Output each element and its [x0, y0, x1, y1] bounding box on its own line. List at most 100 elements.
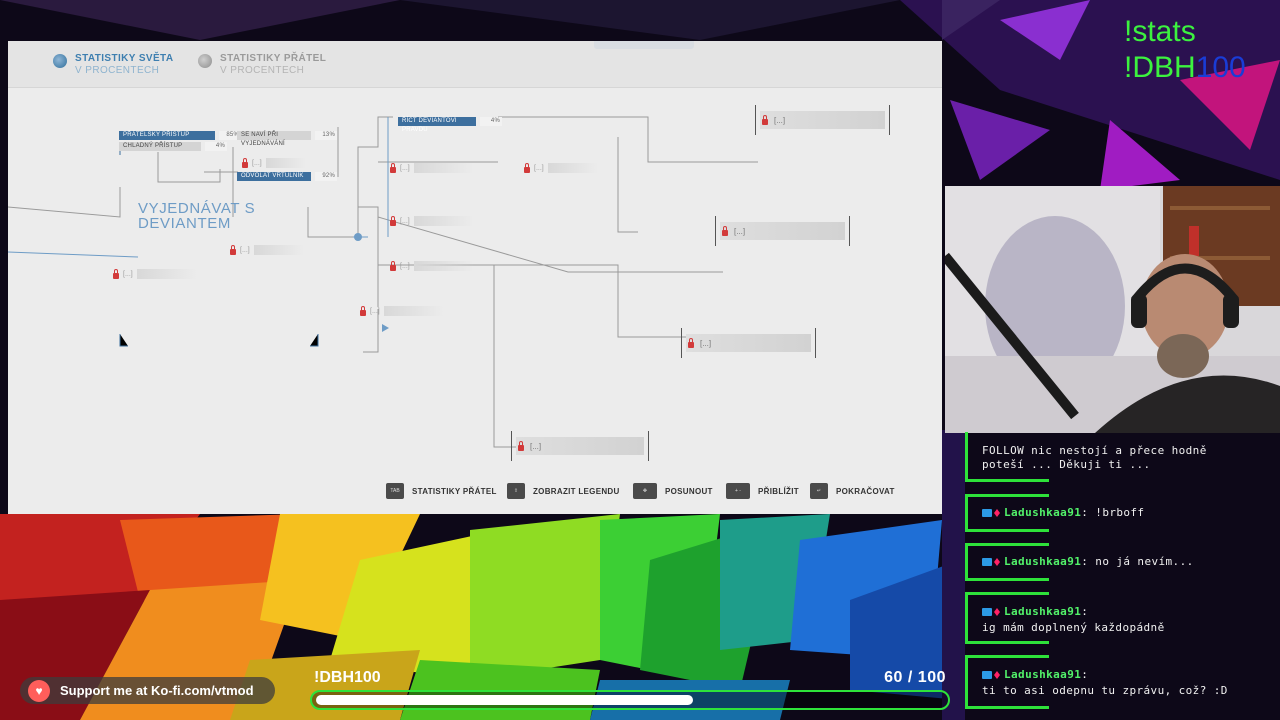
kofi-label: Support me at Ko-fi.com/vtmod [60, 683, 254, 698]
tab-friends-stats[interactable]: STATISTIKY PŘÁTEL V PROCENTECH [198, 53, 326, 77]
node-percent: 13% [315, 131, 337, 140]
footer-label: STATISTIKY PŘÁTEL [412, 486, 497, 496]
locked-node[interactable]: [...] [390, 162, 474, 174]
locked-node[interactable]: [...] [390, 260, 474, 272]
locked-label: [...] [400, 262, 410, 270]
tab-world-subtitle: V PROCENTECH [75, 65, 160, 76]
badge-icon [982, 509, 992, 517]
tab-world-stats[interactable]: STATISTIKY SVĚTA V PROCENTECH [53, 53, 173, 77]
locked-label: [...] [700, 338, 712, 348]
heart-badge-icon [994, 608, 1000, 616]
locked-node[interactable]: [...] [230, 244, 304, 256]
footer-prompt-friends[interactable]: TAB STATISTIKY PŘÁTEL [386, 483, 497, 499]
webcam-feed [945, 186, 1280, 433]
lock-icon [390, 260, 396, 271]
locked-bar [136, 269, 197, 279]
chat-line: FOLLOW nic nestojí a přece hodně [982, 444, 1207, 457]
lock-icon [688, 337, 694, 348]
footer-prompt-zoom[interactable]: + - PŘIBLÍŽIT [726, 483, 799, 499]
locked-label: [...] [123, 270, 133, 278]
locked-ending-inner: [...] [686, 334, 811, 352]
goal-title: !DBH100 [314, 669, 381, 686]
dbh-command-prefix: !DBH [1124, 51, 1196, 84]
locked-ending-inner: [...] [720, 222, 845, 240]
chapter-heading: VYJEDNÁVAT S DEVIANTEM [138, 201, 255, 231]
locked-ending-node[interactable]: [...] [755, 105, 890, 135]
chat-text: Ladushkaa91: no já nevím... [982, 555, 1194, 568]
chat-text: Ladushkaa91: !brboff [982, 506, 1144, 519]
chat-frame [965, 543, 1049, 546]
dbh-command: !DBH100 [1124, 50, 1246, 86]
goal-current: 60 [884, 669, 903, 686]
chat-frame [965, 432, 968, 480]
stats-command: !stats [1124, 15, 1196, 48]
locked-label: [...] [252, 159, 262, 167]
locked-label: [...] [240, 246, 250, 254]
chat-frame [965, 655, 968, 707]
locked-ending-node[interactable]: [...] [715, 216, 850, 246]
heart-badge-icon [994, 509, 1000, 517]
heading-line-2: DEVIANTEM [138, 215, 231, 232]
lock-icon [762, 114, 768, 125]
chat-frame [965, 578, 1049, 581]
chat-line: ig mám doplnený každopádně [982, 621, 1165, 634]
chat-line: : !brboff [1081, 506, 1145, 519]
node-label: SE NAVÍ PŘI VYJEDNÁVÁNÍ [241, 132, 285, 147]
kofi-support-banner[interactable]: ♥ Support me at Ko-fi.com/vtmod [20, 677, 275, 704]
lock-icon [230, 244, 236, 255]
lock-icon [390, 215, 396, 226]
chat-text: Ladushkaa91: ig mám doplnený každopádně [982, 604, 1165, 636]
chat-line: : [1081, 668, 1089, 681]
node-negotiation[interactable]: SE NAVÍ PŘI VYJEDNÁVÁNÍ 13% [237, 131, 337, 147]
chat-frame [965, 494, 1049, 497]
locked-label: [...] [370, 307, 380, 315]
footer-prompt-continue[interactable]: ↵ POKRAČOVAT [810, 483, 895, 499]
chat-line: : [1081, 605, 1089, 618]
node-percent: 4% [480, 117, 502, 126]
lock-icon [113, 268, 119, 279]
locked-label: [...] [774, 115, 786, 125]
locked-bar [265, 158, 306, 168]
chat-frame [965, 592, 1049, 595]
zoom-key-icon: + - [726, 483, 750, 499]
locked-bar [547, 163, 598, 173]
footer-label: POKRAČOVAT [836, 486, 895, 496]
locked-node[interactable]: [...] [242, 157, 306, 169]
tab-friends-title: STATISTIKY PŘÁTEL [220, 53, 327, 64]
stats-header: STATISTIKY SVĚTA V PROCENTECH STATISTIKY… [8, 41, 942, 88]
footer-prompt-legend[interactable]: ⇧ ZOBRAZIT LEGENDU [507, 483, 620, 499]
chat-username: Ladushkaa91 [1004, 668, 1082, 681]
heading-line-1: VYJEDNÁVAT S [138, 200, 256, 217]
chat-frame [965, 479, 1049, 482]
locked-label: [...] [534, 164, 544, 172]
goal-progress-widget: !DBH100 60 / 100 [308, 666, 954, 716]
locked-node[interactable]: [...] [113, 268, 197, 280]
badge-icon [982, 558, 992, 566]
locked-ending-node[interactable]: [...] [681, 328, 816, 358]
node-friendly-approach[interactable]: PŘÁTELSKÝ PŘÍSTUP 85% [119, 131, 241, 140]
node-tell-truth[interactable]: ŘÍCT DEVIANTOVI PRAVDU 4% [398, 117, 502, 133]
node-label: CHLADNÝ PŘÍSTUP [123, 143, 183, 149]
chat-panel: FOLLOW nic nestojí a přece hodně poteší … [965, 432, 1280, 720]
footer-prompt-move[interactable]: ✥ POSUNOUT [633, 483, 713, 499]
game-flowchart-window: STATISTIKY SVĚTA V PROCENTECH STATISTIKY… [8, 41, 942, 514]
friends-icon [198, 54, 212, 68]
tab-world-title: STATISTIKY SVĚTA [75, 53, 174, 64]
locked-node[interactable]: [...] [390, 215, 474, 227]
lock-icon [518, 440, 524, 451]
locked-bar [253, 245, 304, 255]
tab-key-icon: TAB [386, 483, 404, 499]
locked-label: [...] [400, 217, 410, 225]
flowchart-connectors [8, 116, 758, 448]
locked-ending-node[interactable]: [...] [511, 431, 649, 461]
node-recall-helicopter[interactable]: ODVOLAT VRTULNÍK 92% [237, 172, 337, 181]
enter-key-icon: ↵ [810, 483, 828, 499]
chat-username: Ladushkaa91 [1004, 555, 1082, 568]
node-cold-approach[interactable]: CHLADNÝ PŘÍSTUP 4% [119, 142, 227, 151]
locked-node[interactable]: [...] [360, 305, 444, 317]
locked-bar [413, 163, 474, 173]
locked-label: [...] [734, 226, 746, 236]
locked-bar [413, 261, 474, 271]
locked-node[interactable]: [...] [524, 162, 598, 174]
chat-frame [965, 529, 1049, 532]
